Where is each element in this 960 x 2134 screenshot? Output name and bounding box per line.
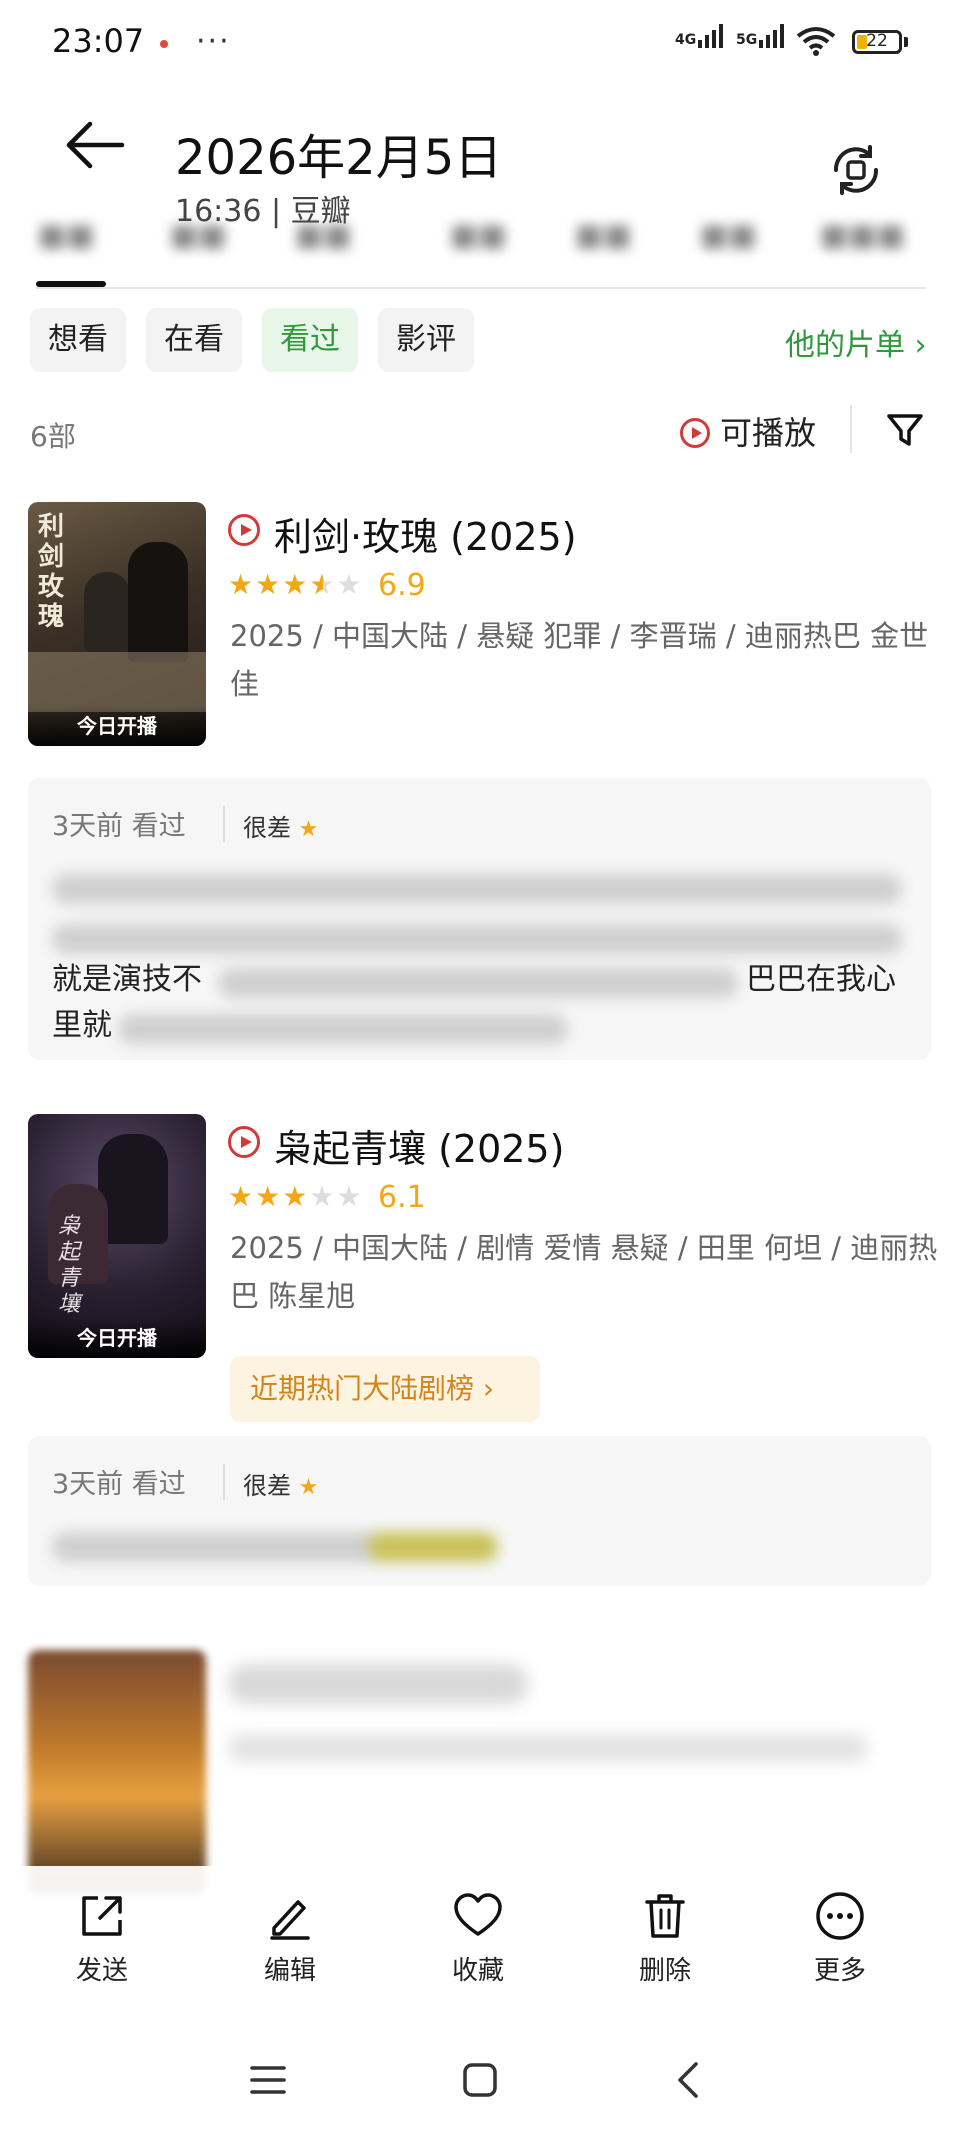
chip-reviews[interactable]: 影评 [378, 308, 474, 372]
review-rating-label: 很差 [243, 814, 291, 842]
play-circle-icon [680, 418, 710, 448]
chip-watching[interactable]: 在看 [146, 308, 242, 372]
movie-title[interactable]: 利剑·玫瑰 (2025) [274, 506, 577, 561]
blurred-tab-row: ■■ ■■ ■■ ■■ ■■ ■■ ■■■ [38, 218, 906, 253]
blurred-emoji [368, 1532, 498, 1562]
play-icon[interactable] [228, 1126, 260, 1158]
his-list-link[interactable]: 他的片单 › [785, 320, 927, 364]
poster-badge: 今日开播 [28, 706, 206, 746]
movie-meta: 2025 / 中国大陆 / 剧情 爱情 悬疑 / 田里 何坦 / 迪丽热巴 陈星… [230, 1231, 938, 1313]
poster-title-art: 枭起青壤 [58, 1214, 81, 1317]
edit-label: 编辑 [263, 1956, 316, 1986]
rotate-screen-button[interactable] [826, 140, 886, 200]
star-rating: ★★★★★★ [228, 568, 364, 601]
chip-watched[interactable]: 看过 [262, 308, 358, 372]
system-nav-bar [0, 2040, 960, 2134]
movie-score: 6.9 [378, 568, 426, 603]
rank-tag-button[interactable]: 近期热门大陆剧榜 › [230, 1356, 540, 1422]
chip-want[interactable]: 想看 [30, 308, 126, 372]
page-subtitle: 16:36 | 豆瓣 [175, 194, 351, 229]
favorite-label: 收藏 [451, 1956, 504, 1986]
home-icon[interactable] [460, 2060, 500, 2100]
funnel-filter-icon[interactable] [885, 410, 925, 450]
blurred-movie-poster [28, 1650, 206, 1894]
delete-button[interactable]: 删除 [605, 1890, 725, 1987]
play-icon[interactable] [228, 514, 260, 546]
review-text-fragment: 就是演技不 [52, 962, 202, 997]
notification-dot-icon [160, 40, 168, 48]
status-more-icon: ··· [196, 24, 231, 59]
more-label: 更多 [813, 1956, 866, 1986]
signal-4g-icon: 4G [675, 24, 724, 48]
share-icon [82, 1896, 122, 1936]
poster-title-art: 利剑玫瑰 [38, 512, 65, 632]
blurred-movie-title [228, 1664, 528, 1704]
delete-label: 删除 [638, 1956, 691, 1986]
edit-icon [270, 1900, 310, 1940]
blurred-review-text [52, 1532, 382, 1562]
review-rating: 很差 ★ [243, 1466, 318, 1501]
wifi-icon [796, 27, 836, 56]
nav-back-icon[interactable] [670, 2060, 710, 2100]
review-date: 3天前 看过 [52, 811, 186, 842]
heart-icon [454, 1893, 502, 1936]
star-icon: ★ [298, 1475, 319, 1500]
review-card[interactable]: 3天前 看过 很差 ★ [28, 1436, 931, 1586]
review-date: 3天前 看过 [52, 1469, 186, 1500]
review-text-fragment: 巴巴在我心 [746, 962, 896, 997]
blurred-movie-meta [228, 1734, 868, 1762]
menu-icon[interactable] [248, 2060, 288, 2100]
trash-icon [645, 1894, 685, 1938]
review-text-fragment: 里就 [52, 1008, 112, 1043]
back-button[interactable] [60, 110, 130, 180]
playable-filter-button[interactable]: 可播放 [680, 408, 816, 454]
poster-badge: 今日开播 [28, 1318, 206, 1358]
status-bar: 23:07 ··· 4G 5G 22 [0, 0, 960, 80]
tab-divider [36, 287, 926, 289]
net-5g-label: 5G [736, 32, 758, 48]
movie-score: 6.1 [378, 1180, 426, 1215]
net-4g-label: 4G [675, 32, 697, 48]
favorite-button[interactable]: 收藏 [418, 1890, 538, 1987]
item-count: 6部 [30, 420, 76, 453]
review-card[interactable]: 3天前 看过 很差 ★ 就是演技不 巴巴在我心 里就 [28, 778, 931, 1060]
share-button[interactable]: 发送 [42, 1890, 162, 1987]
battery-icon: 22 [852, 30, 902, 54]
blurred-review-text [52, 924, 902, 954]
battery-level: 22 [866, 31, 888, 51]
movie-poster[interactable]: 枭起青壤 今日开播 [28, 1114, 206, 1358]
movie-meta: 2025 / 中国大陆 / 悬疑 犯罪 / 李晋瑞 / 迪丽热巴 金世佳 [230, 619, 929, 701]
more-icon [816, 1892, 864, 1940]
movie-poster[interactable]: 利剑玫瑰 今日开播 [28, 502, 206, 746]
blurred-review-text [52, 874, 902, 904]
movie-title[interactable]: 枭起青壤 (2025) [274, 1118, 564, 1173]
star-rating: ★★★★★ [228, 1180, 364, 1213]
status-time: 23:07 [52, 22, 145, 60]
page-title: 2026年2月5日 [175, 130, 503, 186]
more-button[interactable]: 更多 [780, 1890, 900, 1987]
edit-button[interactable]: 编辑 [230, 1890, 350, 1987]
signal-5g-icon: 5G [736, 24, 785, 48]
review-rating-label: 很差 [243, 1472, 291, 1500]
review-rating: 很差 ★ [243, 808, 318, 843]
star-icon: ★ [298, 817, 319, 842]
share-label: 发送 [75, 1956, 128, 1986]
playable-label: 可播放 [720, 414, 817, 452]
